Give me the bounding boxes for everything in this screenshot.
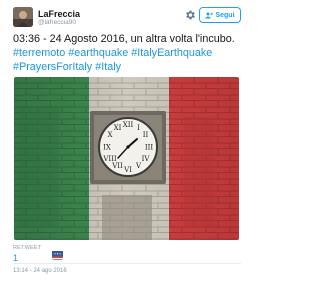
gear-icon[interactable] xyxy=(184,9,196,21)
hashtag-link[interactable]: #Italy xyxy=(95,61,121,73)
svg-text:IX: IX xyxy=(103,144,111,152)
hashtag-link[interactable]: #terremoto xyxy=(13,47,65,59)
svg-text:V: V xyxy=(135,162,142,170)
svg-text:VIII: VIII xyxy=(102,155,117,163)
add-user-icon xyxy=(205,12,214,18)
follow-button[interactable]: Segui xyxy=(199,7,241,23)
hashtag-link[interactable]: #PrayersForItaly xyxy=(13,61,92,73)
tweet-header: LaFreccia @lafreccia90 Segui xyxy=(0,0,253,30)
hashtag-link[interactable]: #ItalyEarthquake xyxy=(131,47,212,59)
divider xyxy=(13,263,241,264)
tweet-photo[interactable]: XII I II III IV V VI VII VIII IX X XI xyxy=(14,77,239,240)
svg-text:XI: XI xyxy=(114,124,122,132)
svg-text:VII: VII xyxy=(111,162,123,170)
tweet-line: 03:36 - 24 Agosto 2016, un altra volta l… xyxy=(13,33,235,45)
author-name[interactable]: LaFreccia xyxy=(38,9,80,19)
svg-text:XII: XII xyxy=(123,121,134,129)
svg-text:X: X xyxy=(108,131,113,139)
retweeter-avatar[interactable] xyxy=(52,249,63,260)
svg-text:VI: VI xyxy=(123,166,132,174)
author-avatar[interactable] xyxy=(13,7,33,27)
follow-label: Segui xyxy=(215,11,235,19)
hashtag-link[interactable]: #earthquake xyxy=(68,47,128,59)
author-handle[interactable]: @lafreccia90 xyxy=(38,19,76,26)
svg-text:II: II xyxy=(143,131,149,139)
svg-text:III: III xyxy=(145,144,154,152)
svg-text:IV: IV xyxy=(142,155,151,163)
svg-text:I: I xyxy=(137,124,140,132)
tweet-timestamp[interactable]: 13:14 - 24 ago 2016 xyxy=(13,268,67,274)
retweet-count[interactable]: 1 xyxy=(13,253,18,263)
tweet-text: 03:36 - 24 Agosto 2016, un altra volta l… xyxy=(13,32,245,74)
retweet-label: RETWEET xyxy=(13,245,42,251)
